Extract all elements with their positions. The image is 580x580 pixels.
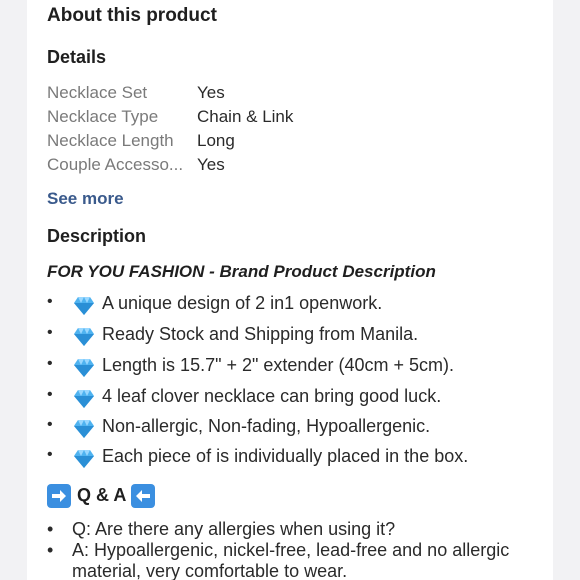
bullet-dot: • xyxy=(47,446,53,463)
bullet-dot: • xyxy=(47,293,53,310)
detail-value: Yes xyxy=(197,155,225,174)
detail-value: Yes xyxy=(197,83,225,102)
details-heading: Details xyxy=(47,47,107,67)
detail-label: Necklace Type xyxy=(47,107,159,126)
detail-value: Chain & Link xyxy=(197,107,294,126)
gem-icon xyxy=(74,450,94,468)
arrow-right-icon xyxy=(47,484,71,508)
qa-heading: Q & A xyxy=(47,484,247,508)
list-item: • 4 leaf clover necklace can bring good … xyxy=(47,386,547,412)
bullet-dot: • xyxy=(47,416,53,433)
bullet-text: A unique design of 2 in1 openwork. xyxy=(102,293,383,313)
qa-answer-text: A: Hypoallergenic, nickel-free, lead-fre… xyxy=(72,540,510,580)
detail-label: Necklace Set xyxy=(47,83,148,102)
qa-question-text: Q: Are there any allergies when using it… xyxy=(72,519,396,539)
bullet-text: 4 leaf clover necklace can bring good lu… xyxy=(102,386,442,406)
qa-question: • Q: Are there any allergies when using … xyxy=(47,519,547,540)
gem-icon xyxy=(74,297,94,315)
bullet-dot: • xyxy=(47,540,54,560)
gem-icon xyxy=(74,359,94,377)
description-title: FOR YOU FASHION - Brand Product Descript… xyxy=(47,262,436,281)
bullet-text: Each piece of is individually placed in … xyxy=(102,446,469,466)
detail-row-necklace-type: Necklace Type Chain & Link xyxy=(47,107,527,131)
qa-answer: • A: Hypoallergenic, nickel-free, lead-f… xyxy=(47,540,547,580)
see-more-link[interactable]: See more xyxy=(47,189,124,209)
bullet-dot: • xyxy=(47,324,53,341)
list-item: • Non-allergic, Non-fading, Hypoallergen… xyxy=(47,416,547,442)
bullet-dot: • xyxy=(47,386,53,403)
detail-row-couple-accessories: Couple Accesso... Yes xyxy=(47,155,527,179)
detail-label: Couple Accesso... xyxy=(47,155,184,174)
arrow-left-icon xyxy=(131,484,155,508)
gem-icon xyxy=(74,420,94,438)
section-title: About this product xyxy=(47,5,217,26)
detail-label: Necklace Length xyxy=(47,131,174,150)
bullet-text: Ready Stock and Shipping from Manila. xyxy=(102,324,419,344)
gem-icon xyxy=(74,390,94,408)
gem-icon xyxy=(74,328,94,346)
bullet-dot: • xyxy=(47,519,54,539)
list-item: • Each piece of is individually placed i… xyxy=(47,446,547,472)
detail-row-necklace-length: Necklace Length Long xyxy=(47,131,527,155)
detail-value: Long xyxy=(197,131,235,150)
list-item: • A unique design of 2 in1 openwork. xyxy=(47,293,547,319)
description-heading: Description xyxy=(47,226,147,246)
list-item: • Ready Stock and Shipping from Manila. xyxy=(47,324,547,350)
qa-title: Q & A xyxy=(77,485,127,505)
detail-row-necklace-set: Necklace Set Yes xyxy=(47,83,527,107)
bullet-text: Non-allergic, Non-fading, Hypoallergenic… xyxy=(102,416,431,436)
list-item: • Length is 15.7" + 2" extender (40cm + … xyxy=(47,355,547,381)
bullet-text: Length is 15.7" + 2" extender (40cm + 5c… xyxy=(102,355,454,375)
bullet-dot: • xyxy=(47,355,53,372)
product-info-panel: About this product Details Necklace Set … xyxy=(27,0,553,580)
